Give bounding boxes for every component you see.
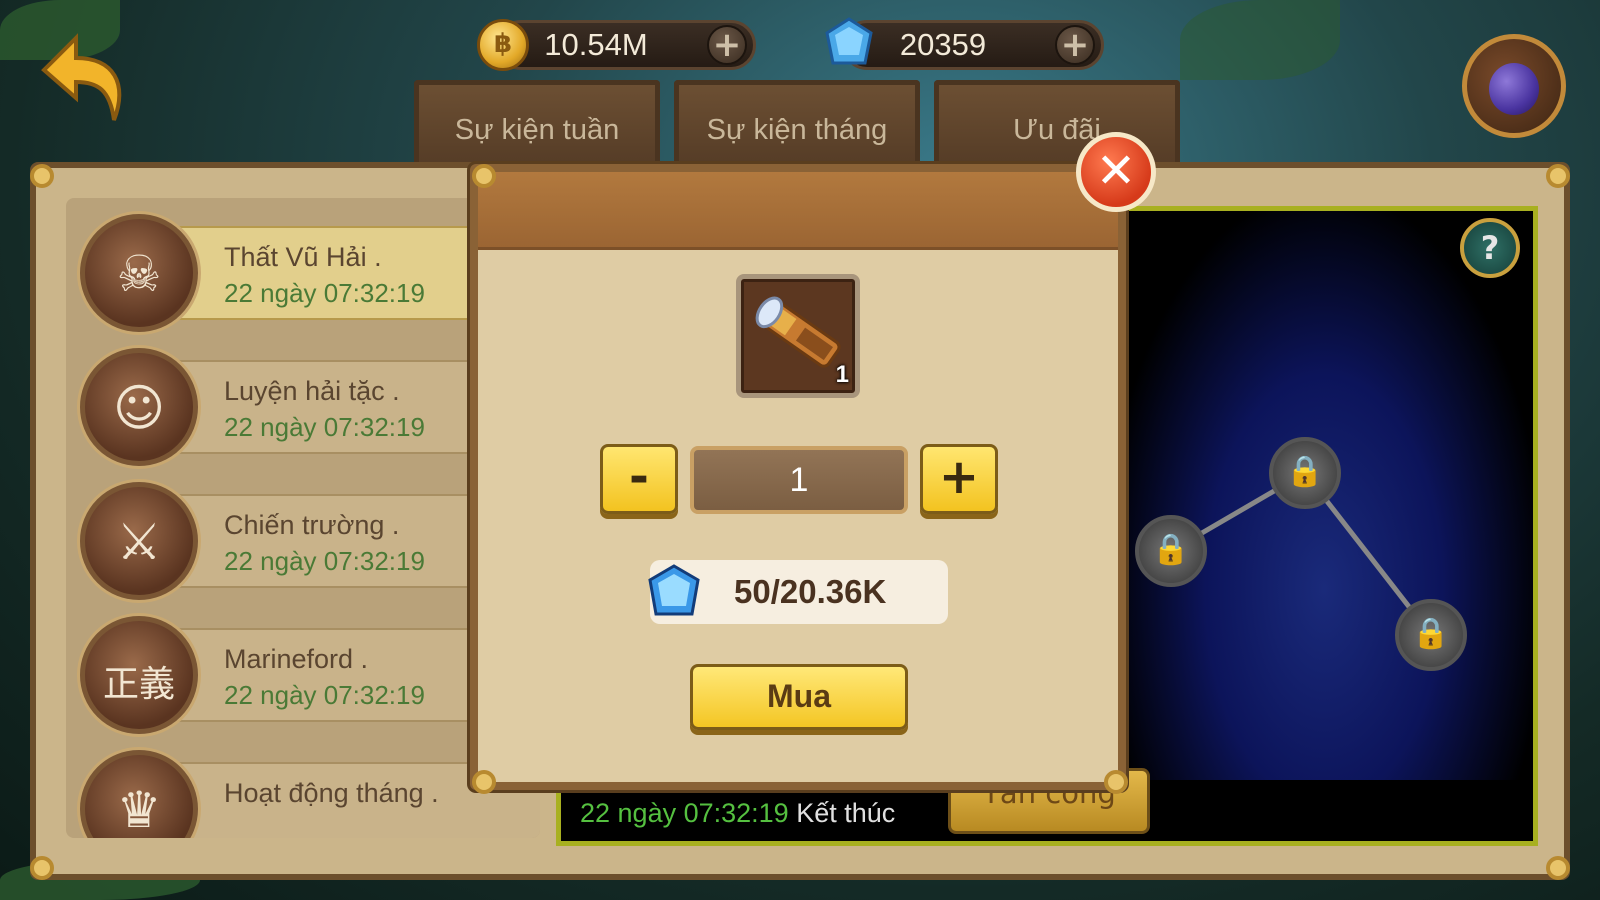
event-map: 🔒 🔒 🔒 [1110, 206, 1538, 846]
end-time-value: 22 ngày 07:32:19 [580, 798, 789, 828]
event-list: ☠ Thất Vũ Hải . 22 ngày 07:32:19 ☺ Luyện… [66, 198, 540, 838]
devil-fruit-button[interactable] [1462, 34, 1566, 138]
back-arrow-icon[interactable] [36, 28, 128, 128]
dialog-corner-ornament [472, 770, 496, 794]
add-gold-button[interactable]: + [707, 25, 747, 65]
event-name: Chiến trường . [224, 510, 400, 540]
event-time: 22 ngày 07:32:19 [224, 546, 425, 576]
event-name: Marineford . [224, 644, 369, 674]
add-gems-button[interactable]: + [1055, 25, 1095, 65]
locked-stage-node[interactable]: 🔒 [1135, 515, 1207, 587]
gold-amount: 10.54M [544, 27, 648, 62]
item-slot: 1 [736, 274, 860, 398]
frame-corner-ornament [1546, 164, 1570, 188]
event-item-that-vu-hai[interactable]: ☠ Thất Vũ Hải . 22 ngày 07:32:19 [76, 214, 540, 332]
old-pirate-portrait-icon: ☺ [80, 348, 198, 466]
price-text: 50/20.36K [734, 573, 887, 610]
gem-amount: 20359 [899, 27, 987, 62]
event-name: Hoạt động tháng . [224, 778, 439, 808]
frame-corner-ornament [30, 164, 54, 188]
close-button[interactable]: ✕ [1076, 132, 1156, 212]
event-item-luyen-hai-tac[interactable]: ☺ Luyện hải tặc . 22 ngày 07:32:19 [76, 348, 540, 466]
event-time: 22 ngày 07:32:19 [224, 412, 425, 442]
event-end-countdown: 22 ngày 07:32:19 Kết thúc [580, 798, 895, 829]
event-name: Luyện hải tặc . [224, 376, 400, 406]
dialog-corner-ornament [472, 164, 496, 188]
tab-monthly-events[interactable]: Sự kiện tháng [674, 80, 920, 166]
event-item-chien-truong[interactable]: ⚔ Chiến trường . 22 ngày 07:32:19 [76, 482, 540, 600]
dialog-header [478, 172, 1118, 250]
increase-quantity-button[interactable]: + [920, 444, 998, 514]
locked-stage-node[interactable]: 🔒 [1395, 599, 1467, 671]
decrease-quantity-button[interactable]: - [600, 444, 678, 514]
help-button[interactable]: ? [1460, 218, 1520, 278]
crossed-swords-icon: ⚔ [80, 482, 198, 600]
item-count: 1 [835, 361, 849, 388]
frame-corner-ornament [30, 856, 54, 880]
devil-fruit-icon [1489, 63, 1539, 115]
event-time: 22 ngày 07:32:19 [224, 680, 425, 710]
dialog-corner-ornament [1104, 770, 1128, 794]
gem-currency: 20359 + [825, 17, 1104, 70]
justice-coat-icon: 正義 [80, 616, 198, 734]
skull-emblem-icon: ☠ [80, 214, 198, 332]
gold-currency: ฿ 10.54M + [477, 19, 756, 71]
locked-stage-node[interactable]: 🔒 [1269, 437, 1341, 509]
event-item-hoat-dong-thang[interactable]: ♛ Hoạt động tháng . [76, 750, 540, 838]
event-item-marineford[interactable]: 正義 Marineford . 22 ngày 07:32:19 [76, 616, 540, 734]
blue-gem-icon [648, 564, 700, 616]
event-name: Thất Vũ Hải . [224, 242, 382, 272]
tab-weekly-events[interactable]: Sự kiện tuần [414, 80, 660, 166]
quantity-field[interactable]: 1 [690, 446, 908, 514]
end-time-label: Kết thúc [796, 798, 896, 828]
price-display: 50/20.36K [648, 560, 948, 624]
buy-button[interactable]: Mua [690, 664, 908, 730]
frame-corner-ornament [1546, 856, 1570, 880]
event-time: 22 ngày 07:32:19 [224, 278, 425, 308]
